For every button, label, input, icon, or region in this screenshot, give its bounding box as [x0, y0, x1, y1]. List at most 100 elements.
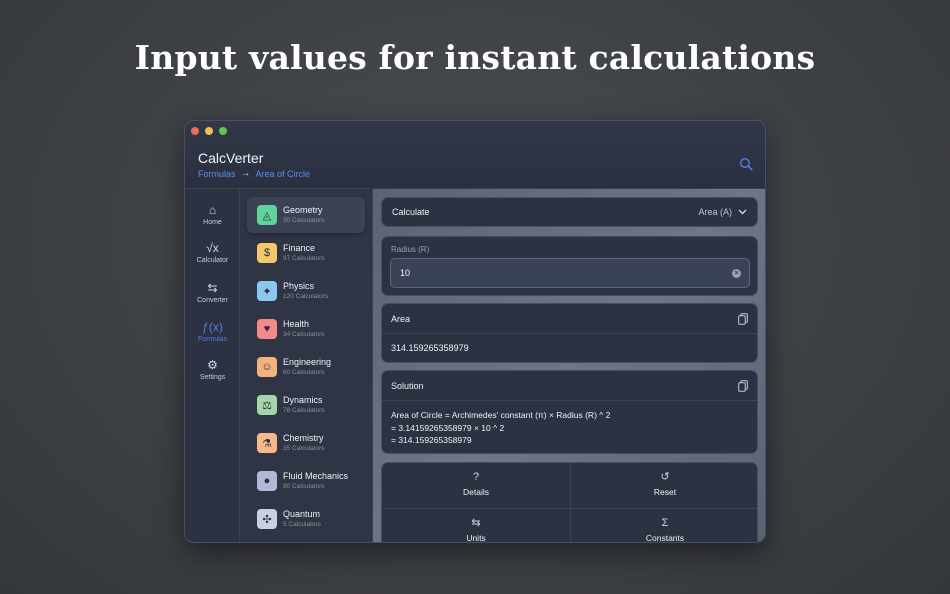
copy-icon[interactable] — [738, 380, 748, 392]
swap-arrows-icon: ⇆ — [207, 281, 218, 295]
lightbulb-icon: ✦ — [257, 281, 277, 301]
category-text: Dynamics 78 Calculators — [283, 395, 325, 415]
category-item-geometry[interactable]: ◬ Geometry 30 Calculators — [247, 197, 365, 233]
solution-line: = 314.159265358979 — [391, 435, 472, 445]
calculate-selected-value: Area (A) — [698, 207, 732, 217]
breadcrumb-current[interactable]: Area of Circle — [256, 169, 311, 179]
category-item-chemistry[interactable]: ⚗ Chemistry 35 Calculators — [247, 425, 365, 461]
calculate-dropdown[interactable]: Area (A) — [698, 207, 747, 217]
solution-title: Solution — [391, 381, 424, 391]
category-text: Geometry 30 Calculators — [283, 205, 325, 225]
category-item-physics[interactable]: ✦ Physics 120 Calculators — [247, 273, 365, 309]
action-grid: ? Details ↺ Reset ⇆ Units Σ Constants — [381, 462, 758, 543]
radius-input-value: 10 — [400, 268, 411, 278]
category-count: 34 Calculators — [283, 331, 325, 338]
copy-icon[interactable] — [738, 313, 748, 325]
question-icon: ? — [472, 471, 480, 483]
category-name: Geometry — [283, 205, 323, 215]
rail-item-label: Converter — [197, 297, 228, 304]
category-item-dynamics[interactable]: ⚖ Dynamics 78 Calculators — [247, 387, 365, 423]
calculate-label: Calculate — [392, 207, 430, 217]
solution-line: Area of Circle = Archimedes' constant (π… — [391, 410, 611, 420]
radius-label: Radius (R) — [391, 245, 430, 254]
solution-steps: Area of Circle = Archimedes' constant (π… — [391, 409, 610, 447]
details-label: Details — [463, 487, 489, 497]
details-button[interactable]: ? Details — [382, 463, 570, 508]
minimize-window-button[interactable] — [205, 127, 213, 135]
units-button[interactable]: ⇆ Units — [382, 509, 570, 543]
reset-button[interactable]: ↺ Reset — [571, 463, 757, 508]
category-text: Engineering 60 Calculators — [283, 357, 331, 377]
sigma-icon: Σ — [661, 517, 669, 529]
units-label: Units — [466, 533, 486, 543]
function-icon: ƒ(x) — [202, 320, 223, 334]
close-window-button[interactable] — [191, 127, 199, 135]
constants-label: Constants — [645, 533, 685, 543]
category-name: Fluid Mechanics — [283, 471, 349, 481]
area-value: 314.159265358979 — [391, 343, 469, 353]
divider — [382, 400, 757, 401]
window-controls — [191, 127, 227, 135]
droplet-icon: ● — [257, 471, 277, 491]
solution-line: = 3.14159265358979 × 10 ^ 2 — [391, 422, 505, 433]
rail-item-calculator[interactable]: √x Calculator — [185, 241, 240, 264]
constants-button[interactable]: Σ Constants — [571, 509, 757, 543]
headline: Input values for instant calculations — [134, 38, 816, 77]
category-item-quantum[interactable]: ✣ Quantum 5 Calculators — [247, 501, 365, 537]
category-text: Finance 97 Calculators — [283, 243, 325, 263]
sqrt-icon: √x — [206, 241, 219, 255]
rail-item-formulas[interactable]: ƒ(x) Formulas — [185, 320, 240, 343]
search-icon[interactable] — [739, 157, 753, 171]
category-item-engineering[interactable]: ☺ Engineering 60 Calculators — [247, 349, 365, 385]
rail-item-label: Calculator — [196, 257, 229, 264]
area-result-card: Area 314.159265358979 — [381, 303, 758, 363]
category-count: 30 Calculators — [283, 217, 325, 224]
chevron-down-icon — [738, 209, 747, 215]
rail-item-label: Home — [203, 219, 222, 226]
radius-input[interactable]: 10 × — [390, 258, 750, 288]
category-name: Chemistry — [283, 433, 324, 443]
swap-arrows-icon: ⇆ — [471, 517, 481, 529]
geometry-icon: ◬ — [257, 205, 277, 225]
reset-icon: ↺ — [660, 471, 670, 483]
app-window: CalcVerter Formulas → Area of Circle ⌂ Ho… — [184, 120, 766, 543]
category-item-finance[interactable]: $ Finance 97 Calculators — [247, 235, 365, 271]
category-name: Physics — [283, 281, 315, 291]
category-count: 97 Calculators — [283, 255, 325, 262]
category-count: 90 Calculators — [283, 483, 325, 490]
breadcrumb-root-link[interactable]: Formulas — [198, 169, 236, 179]
category-count: 78 Calculators — [283, 407, 325, 414]
title-bar: CalcVerter Formulas → Area of Circle — [185, 121, 765, 189]
rail-item-label: Formulas — [197, 336, 228, 343]
main-panel: Calculate Area (A) Radius (R) 10 × Area — [373, 189, 765, 543]
money-bag-icon: $ — [257, 243, 277, 263]
nav-rail: ⌂ Home √x Calculator ⇆ Converter ƒ(x) Formulas ⚙… — [185, 189, 240, 542]
clear-icon[interactable]: × — [732, 269, 741, 278]
rail-item-label: Settings — [199, 374, 226, 381]
category-item-health[interactable]: ♥ Health 34 Calculators — [247, 311, 365, 347]
breadcrumb-separator: → — [240, 168, 251, 179]
zoom-window-button[interactable] — [219, 127, 227, 135]
category-text: Chemistry 35 Calculators — [283, 433, 325, 453]
engineer-icon: ☺ — [257, 357, 277, 377]
gear-icon: ⚙ — [207, 358, 218, 372]
rail-item-converter[interactable]: ⇆ Converter — [185, 281, 240, 304]
rail-item-settings[interactable]: ⚙ Settings — [185, 358, 240, 381]
category-name: Engineering — [283, 357, 332, 367]
divider — [382, 508, 757, 509]
category-item-fluid-mechanics[interactable]: ● Fluid Mechanics 90 Calculators — [247, 463, 365, 499]
home-icon: ⌂ — [208, 203, 217, 217]
heart-icon: ♥ — [257, 319, 277, 339]
atom-icon: ✣ — [257, 509, 277, 529]
category-count: 120 Calculators — [283, 293, 329, 300]
rail-item-home[interactable]: ⌂ Home — [185, 203, 240, 226]
reset-label: Reset — [653, 487, 677, 497]
radius-input-card: Radius (R) 10 × — [381, 236, 758, 296]
solution-card: Solution Area of Circle = Archimedes' co… — [381, 370, 758, 454]
pendulum-icon: ⚖ — [257, 395, 277, 415]
area-title: Area — [391, 314, 411, 324]
divider — [570, 463, 571, 542]
calculate-selector[interactable]: Calculate Area (A) — [381, 197, 758, 227]
category-text: Health 34 Calculators — [283, 319, 325, 339]
category-text: Physics 120 Calculators — [283, 281, 328, 301]
